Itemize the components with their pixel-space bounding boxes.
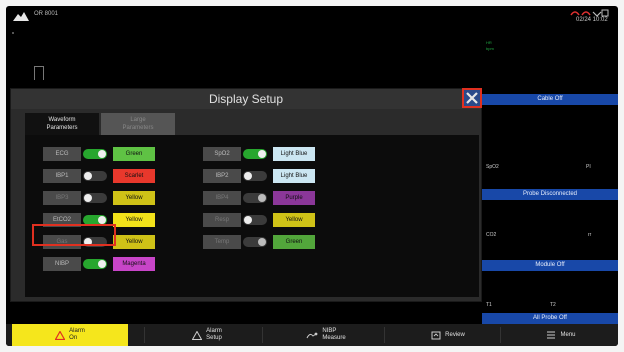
- display-setup-dialog: Display Setup Waveform Parameters Large …: [10, 88, 482, 302]
- alarm-on-button[interactable]: Alarm On: [12, 324, 128, 346]
- divider: [384, 327, 385, 343]
- display-toggle[interactable]: [83, 149, 107, 159]
- close-button[interactable]: [462, 88, 482, 108]
- param-label: IBP2: [203, 169, 241, 183]
- alarm-warning-icon: [55, 330, 66, 340]
- device-name: OR 8001: [34, 11, 59, 17]
- top-status-bar: OR 8001 02/24 10:02: [6, 6, 618, 28]
- display-toggle[interactable]: [83, 259, 107, 269]
- alarm-setup-label: Alarm: [206, 328, 222, 334]
- waveform-color-button[interactable]: Magenta: [113, 257, 155, 271]
- param-label: IBP3: [43, 191, 81, 205]
- tab-large-parameters[interactable]: Large Parameters: [101, 113, 175, 135]
- param-label: ECG: [43, 147, 81, 161]
- toggle-knob: [258, 194, 266, 202]
- t1-label: T1: [486, 302, 492, 308]
- etco2-highlight: [32, 224, 116, 246]
- waveform-color-button[interactable]: Light Blue: [273, 147, 315, 161]
- param-label: IBP1: [43, 169, 81, 183]
- rr-label: rr: [588, 232, 592, 238]
- close-icon: [466, 92, 478, 104]
- display-toggle[interactable]: [243, 237, 267, 247]
- divider: [262, 327, 263, 343]
- nibp-label: NIBP: [322, 328, 337, 334]
- param-label: Temp: [203, 235, 241, 249]
- toggle-knob: [98, 216, 106, 224]
- tab-label: Parameters: [122, 125, 154, 131]
- waveform-color-button[interactable]: Scarlet: [113, 169, 155, 183]
- waveform-color-button[interactable]: Purple: [273, 191, 315, 205]
- menu-label: Menu: [560, 332, 576, 338]
- nibp-label: Measure: [322, 335, 346, 341]
- waveform-color-button[interactable]: Yellow: [273, 213, 315, 227]
- probe-disconnected-banner: Probe Disconnected: [482, 189, 618, 200]
- display-toggle[interactable]: [83, 171, 107, 181]
- alarm-setup-button[interactable]: Alarm Setup: [162, 324, 252, 346]
- waveform-color-button[interactable]: Light Blue: [273, 169, 315, 183]
- module-off-banner: Module Off: [482, 260, 618, 271]
- date-time: 02/24 10:02: [576, 17, 608, 23]
- waveform-color-button[interactable]: Yellow: [113, 235, 155, 249]
- nibp-measure-button[interactable]: NIBP Measure: [278, 324, 374, 346]
- toggle-knob: [258, 238, 266, 246]
- display-toggle[interactable]: [243, 215, 267, 225]
- param-label: IBP4: [203, 191, 241, 205]
- menu-button[interactable]: Menu: [516, 324, 606, 346]
- waveform-color-button[interactable]: Green: [273, 235, 315, 249]
- device-logo-icon: [13, 12, 29, 21]
- toggle-knob: [98, 260, 106, 268]
- tab-waveform-parameters[interactable]: Waveform Parameters: [25, 113, 99, 135]
- toggle-knob: [244, 216, 252, 224]
- waveform-color-button[interactable]: Green: [113, 147, 155, 161]
- menu-icon: [547, 331, 556, 339]
- waveform-color-button[interactable]: Yellow: [113, 191, 155, 205]
- display-toggle[interactable]: [243, 149, 267, 159]
- alarm-state: On: [69, 335, 78, 341]
- alarm-setup-icon: [192, 330, 203, 340]
- t2-label: T2: [550, 302, 556, 308]
- co2-label: CO2: [486, 232, 497, 238]
- display-toggle[interactable]: [83, 193, 107, 203]
- toggle-knob: [84, 172, 92, 180]
- toggle-knob: [84, 194, 92, 202]
- alarm-label: Alarm: [69, 328, 85, 334]
- toggle-knob: [258, 150, 266, 158]
- divider: [144, 327, 145, 343]
- waveform-parameters-panel: ECG Green IBP1 Scarlet IBP3 Yellow EtCO2 Yellow…: [25, 135, 479, 297]
- blood-pressure-icon: [306, 332, 318, 338]
- indicator-dot: [12, 32, 14, 34]
- review-icon: [431, 331, 441, 339]
- toggle-knob: [244, 172, 252, 180]
- cable-off-banner: Cable Off: [482, 94, 618, 105]
- tab-label: Waveform: [48, 117, 76, 123]
- toggle-knob: [98, 150, 106, 158]
- param-label: SpO2: [203, 147, 241, 161]
- display-toggle[interactable]: [243, 171, 267, 181]
- spo2-label: SpO2: [486, 164, 499, 170]
- monitor-screen: OR 8001 02/24 10:02 HR bpm Cable Off SpO…: [6, 6, 618, 346]
- param-label: NIBP: [43, 257, 81, 271]
- hr-unit: bpm: [486, 46, 494, 51]
- bottom-toolbar: Alarm On Alarm Setup NIBP Measure Review…: [6, 324, 618, 346]
- tab-label: Large: [130, 117, 146, 123]
- review-button[interactable]: Review: [406, 324, 490, 346]
- all-probe-off-banner: All Probe Off: [482, 313, 618, 324]
- param-label: Resp: [203, 213, 241, 227]
- display-toggle[interactable]: [243, 193, 267, 203]
- alarm-setup-label: Setup: [206, 335, 222, 341]
- hr-label: HR: [486, 40, 492, 45]
- waveform-scale-marker: [34, 66, 44, 80]
- divider: [500, 327, 501, 343]
- waveform-color-button[interactable]: Yellow: [113, 213, 155, 227]
- dialog-title: Display Setup: [11, 89, 481, 109]
- tab-label: Parameters: [46, 125, 78, 131]
- review-label: Review: [445, 332, 465, 338]
- pi-label: PI: [586, 164, 591, 170]
